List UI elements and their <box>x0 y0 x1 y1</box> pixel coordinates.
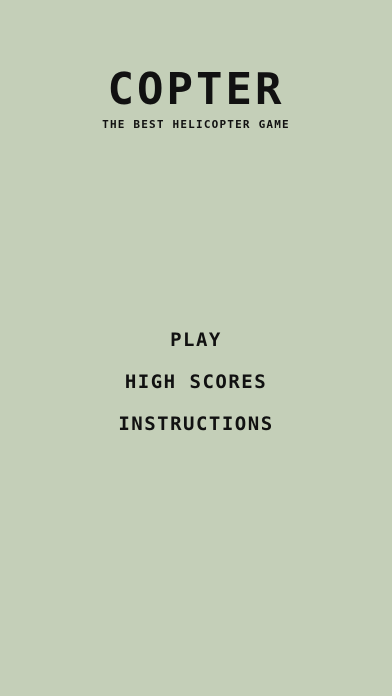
main-menu-screen: COPTER THE BEST HELICOPTER GAME PLAY HIG… <box>0 0 392 696</box>
game-title: COPTER <box>107 64 285 115</box>
high-scores-button[interactable]: HIGH SCORES <box>121 368 271 396</box>
play-button[interactable]: PLAY <box>166 326 226 354</box>
main-menu: PLAY HIGH SCORES INSTRUCTIONS <box>0 326 392 452</box>
instructions-button[interactable]: INSTRUCTIONS <box>114 410 277 438</box>
game-subtitle: THE BEST HELICOPTER GAME <box>102 118 290 131</box>
